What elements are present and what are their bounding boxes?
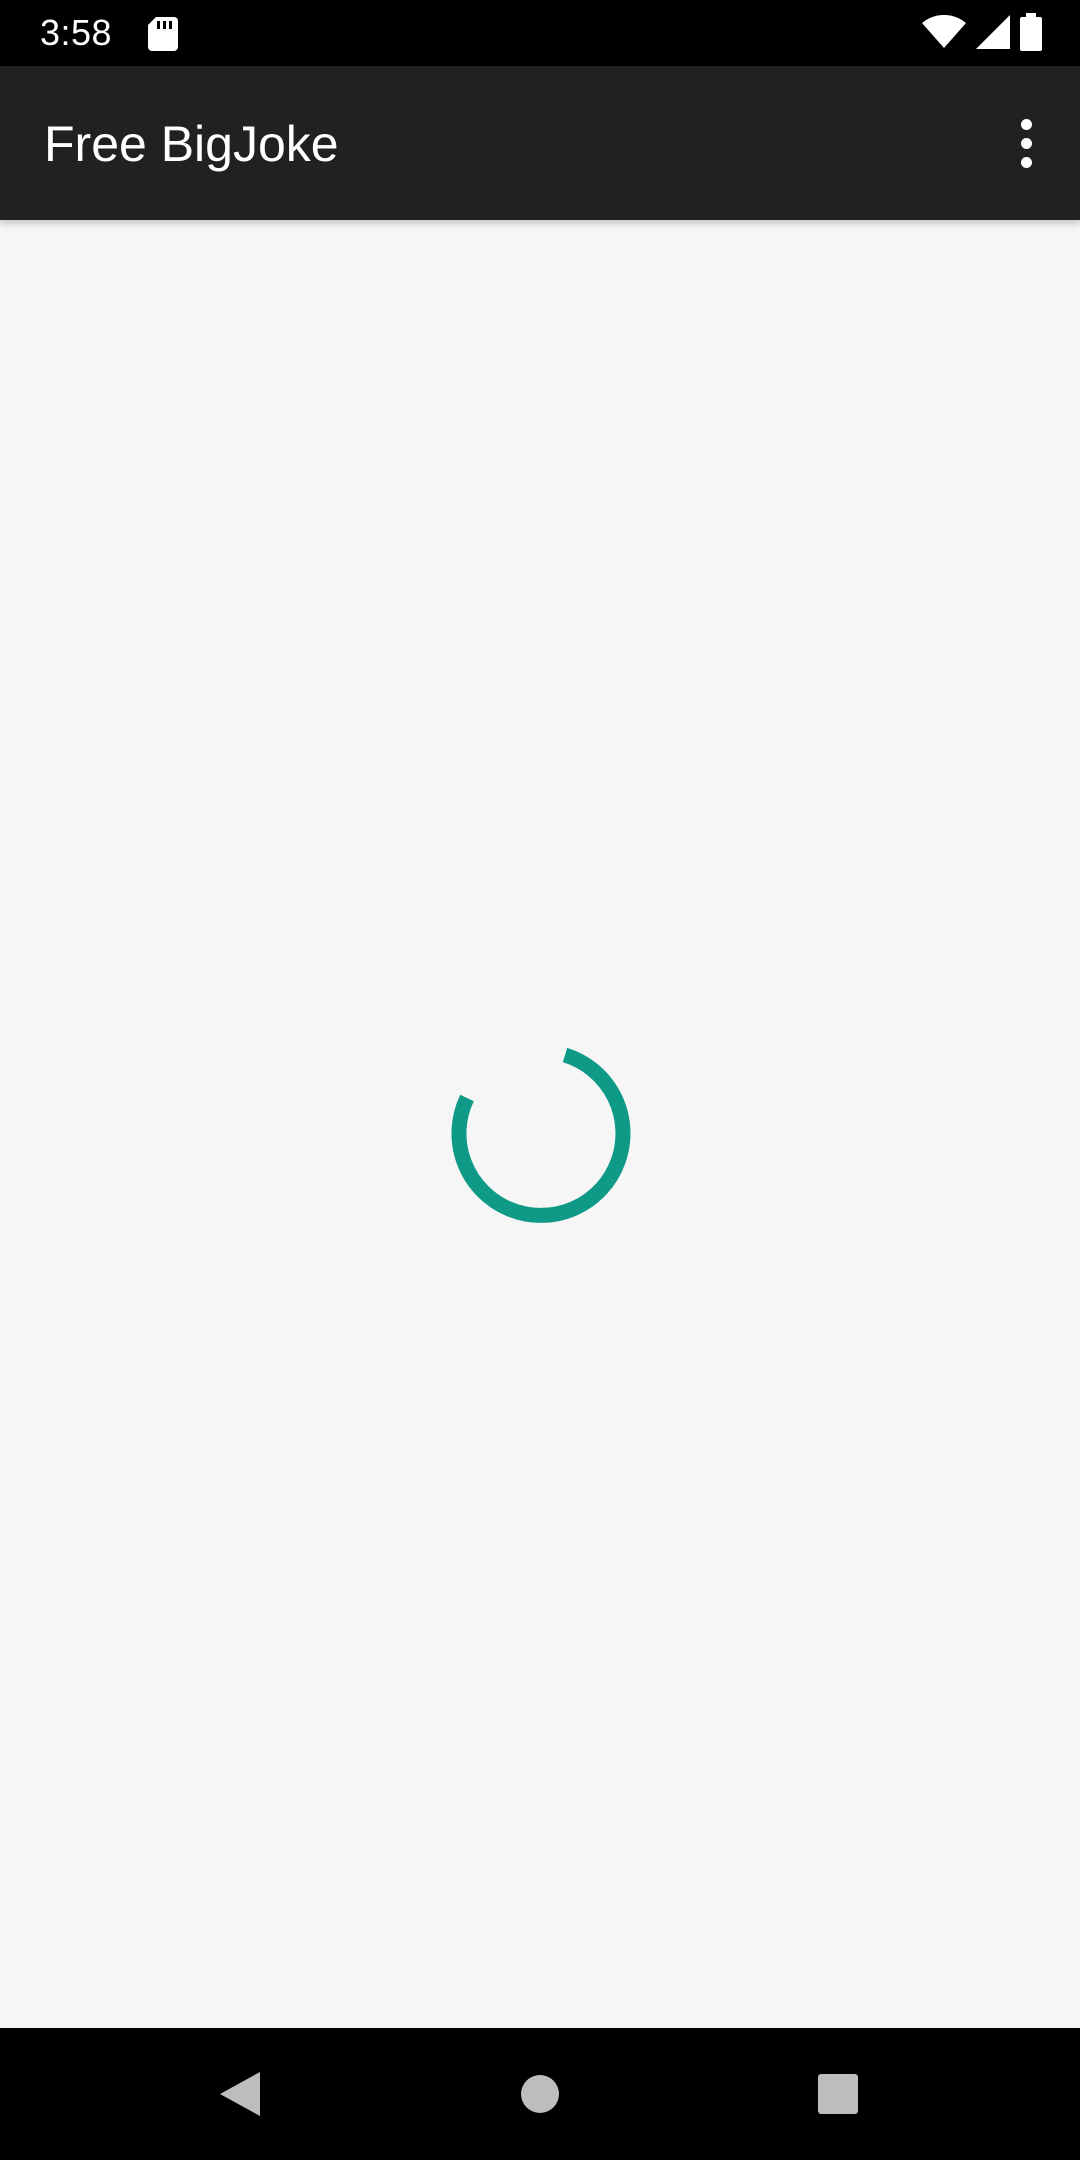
wifi-icon bbox=[922, 14, 966, 54]
back-button[interactable] bbox=[210, 2064, 270, 2124]
status-icons bbox=[922, 12, 1042, 56]
status-bar: 3:58 bbox=[0, 0, 1080, 66]
app-bar: Free BigJoke bbox=[0, 66, 1080, 220]
recents-button[interactable] bbox=[808, 2064, 868, 2124]
more-options-button[interactable] bbox=[1008, 110, 1044, 176]
status-time: 3:58 bbox=[40, 12, 113, 53]
sd-card-icon bbox=[148, 17, 178, 51]
recents-icon bbox=[818, 2074, 858, 2114]
more-vert-icon-dot bbox=[1020, 156, 1032, 168]
app-title: Free BigJoke bbox=[44, 116, 339, 172]
screen: 3:58 Free BigJoke bbox=[0, 0, 1080, 2160]
progress-spinner-icon bbox=[451, 1047, 631, 1223]
back-icon bbox=[220, 2072, 260, 2116]
more-vert-icon bbox=[1020, 118, 1032, 130]
cell-signal-icon bbox=[976, 14, 1010, 54]
more-vert-icon-dot bbox=[1020, 137, 1032, 149]
home-icon bbox=[521, 2075, 559, 2113]
battery-icon bbox=[1020, 12, 1042, 56]
home-button[interactable] bbox=[510, 2064, 570, 2124]
navigation-bar bbox=[0, 2028, 1080, 2160]
